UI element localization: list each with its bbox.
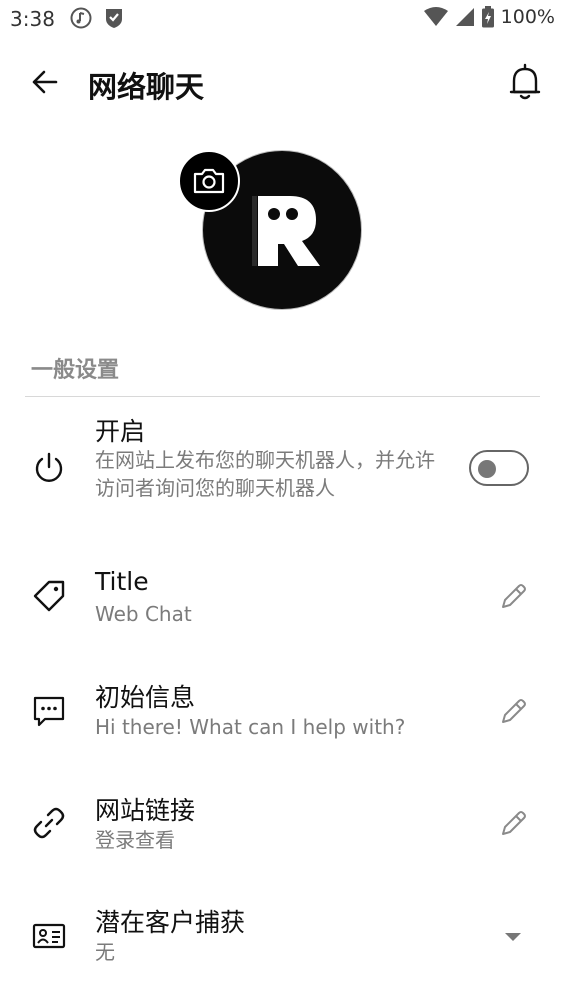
pencil-icon — [502, 584, 526, 608]
status-notification-icons — [70, 7, 124, 29]
edit-website-link-button[interactable] — [495, 806, 531, 842]
bot-logo-icon — [252, 196, 320, 266]
bell-icon — [509, 63, 541, 100]
back-button[interactable] — [26, 64, 62, 100]
setting-row-lead-capture[interactable]: 潜在客户捕获 无 — [0, 901, 565, 971]
link-icon — [30, 804, 68, 842]
setting-subtitle: 无 — [95, 940, 115, 964]
setting-title: 潜在客户捕获 — [95, 908, 246, 937]
shield-check-icon — [106, 9, 122, 28]
lead-capture-dropdown[interactable] — [495, 919, 531, 955]
setting-subtitle: Web Chat — [95, 602, 192, 626]
app-bar: 网络聊天 — [0, 52, 565, 112]
setting-subtitle: 登录查看 — [95, 828, 175, 852]
camera-icon — [193, 168, 225, 194]
tag-icon — [30, 577, 68, 615]
battery-charging-icon — [481, 6, 494, 28]
arrow-left-icon — [32, 70, 58, 94]
status-bar: 3:38 100% — [0, 0, 565, 40]
section-header-general: 一般设置 — [31, 358, 120, 383]
status-time: 3:38 — [10, 7, 55, 31]
signal-icon — [455, 8, 474, 26]
setting-row-website-link[interactable]: 网站链接 登录查看 — [0, 789, 565, 859]
chat-bubble-icon — [30, 692, 68, 730]
battery-percentage: 100% — [500, 6, 555, 28]
wifi-icon — [423, 7, 448, 26]
setting-title: Title — [95, 567, 149, 596]
pencil-icon — [502, 811, 526, 835]
notifications-button[interactable] — [507, 60, 543, 104]
status-system-icons: 100% — [423, 6, 555, 28]
enable-toggle[interactable] — [469, 450, 529, 486]
change-photo-button[interactable] — [178, 150, 240, 212]
setting-row-title[interactable]: Title Web Chat — [0, 565, 565, 635]
setting-subtitle: Hi there! What can I help with? — [95, 715, 406, 739]
section-divider — [25, 396, 540, 397]
music-note-icon — [70, 7, 92, 29]
edit-initial-message-button[interactable] — [495, 694, 531, 730]
pencil-icon — [502, 699, 526, 723]
setting-title: 开启 — [95, 417, 146, 446]
setting-row-enable[interactable]: 开启 在网站上发布您的聊天机器人，并允许访问者询问您的聊天机器人 — [0, 410, 565, 530]
toggle-knob — [478, 460, 496, 478]
contact-card-icon — [30, 917, 68, 955]
setting-row-initial-message[interactable]: 初始信息 Hi there! What can I help with? — [0, 676, 565, 746]
setting-subtitle: 在网站上发布您的聊天机器人，并允许访问者询问您的聊天机器人 — [95, 448, 435, 500]
page-title: 网络聊天 — [88, 70, 205, 104]
setting-title: 网站链接 — [95, 796, 196, 825]
caret-down-icon — [505, 933, 521, 941]
edit-title-button[interactable] — [495, 579, 531, 615]
power-icon — [30, 449, 68, 487]
setting-title: 初始信息 — [95, 683, 196, 712]
